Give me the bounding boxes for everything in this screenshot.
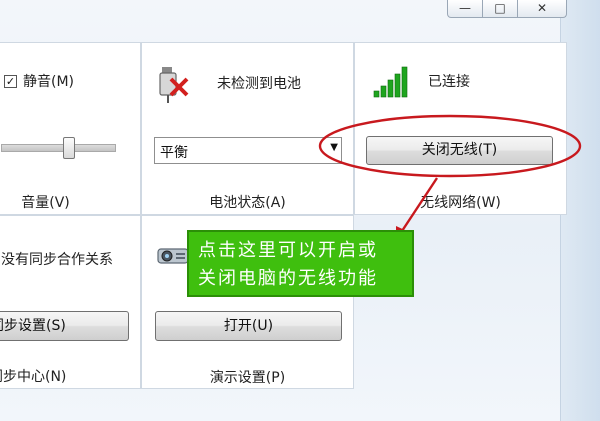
callout-line-1: 点击这里可以开启或 <box>198 240 378 261</box>
annotation-overlay <box>318 114 582 240</box>
callout-line-2: 关闭电脑的无线功能 <box>198 268 378 289</box>
annotation-callout: 点击这里可以开启或 关闭电脑的无线功能 <box>187 230 414 297</box>
annotation-arrow-line <box>400 177 439 232</box>
highlight-ellipse <box>318 114 582 178</box>
